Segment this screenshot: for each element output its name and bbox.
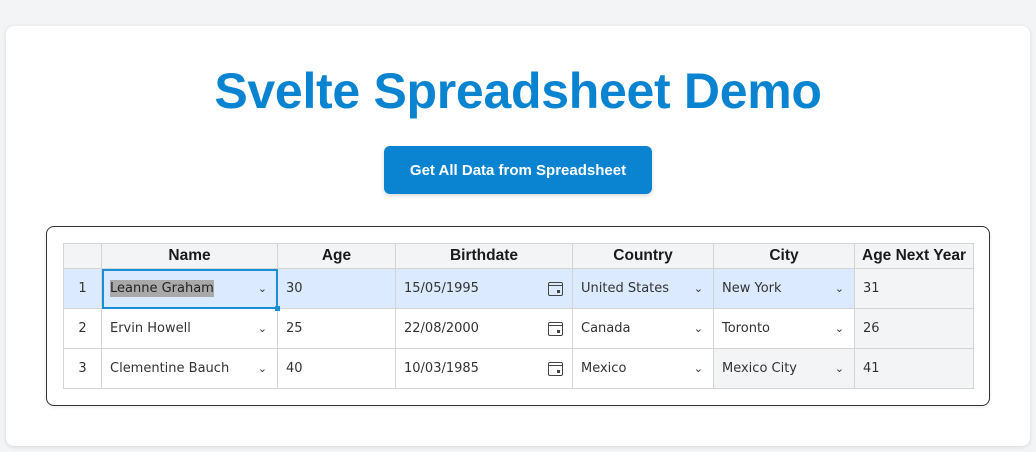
age-next-year-cell: 31 [854,268,974,309]
chevron-down-icon[interactable]: ⌄ [258,322,267,335]
country-value: Canada [581,321,631,336]
country-cell[interactable]: United States ⌄ [572,268,714,309]
age-cell[interactable]: 40 [277,348,396,389]
country-cell[interactable]: Mexico ⌄ [572,348,714,389]
get-all-data-button[interactable]: Get All Data from Spreadsheet [384,146,652,194]
city-cell[interactable]: Toronto ⌄ [713,308,855,349]
name-value: Clementine Bauch [110,361,230,376]
city-cell[interactable]: Mexico City ⌄ [713,348,855,389]
spreadsheet-table: Name Age Birthdate Country City Age Next… [63,243,974,389]
country-value: Mexico [581,361,627,376]
row-number[interactable]: 1 [63,268,102,309]
birthdate-cell[interactable]: 22/08/2000 [395,308,573,349]
chevron-down-icon[interactable]: ⌄ [835,362,844,375]
corner-header [63,243,102,269]
calendar-icon[interactable] [548,321,563,336]
table-row: 2 Ervin Howell ⌄ 25 22/08/2000 Canada ⌄ [63,308,974,349]
calendar-icon[interactable] [548,361,563,376]
age-next-year-cell: 41 [854,348,974,389]
column-header-age-next-year[interactable]: Age Next Year [854,243,974,269]
row-number[interactable]: 2 [63,308,102,349]
row-number[interactable]: 3 [63,348,102,389]
city-value: Toronto [722,321,770,336]
birthdate-value: 10/03/1985 [404,361,479,376]
header-row: Name Age Birthdate Country City Age Next… [63,243,974,269]
chevron-down-icon[interactable]: ⌄ [258,282,267,295]
chevron-down-icon[interactable]: ⌄ [835,282,844,295]
table-row: 1 Leanne Graham ⌄ 30 15/05/1995 United S… [63,268,974,312]
name-cell[interactable]: Leanne Graham ⌄ [101,268,281,312]
chevron-down-icon[interactable]: ⌄ [694,362,703,375]
city-value: Mexico City [722,361,798,376]
chevron-down-icon[interactable]: ⌄ [258,362,267,375]
city-cell[interactable]: New York ⌄ [713,268,855,309]
name-cell[interactable]: Clementine Bauch ⌄ [101,348,278,389]
birthdate-value: 22/08/2000 [404,321,479,336]
column-header-age[interactable]: Age [277,243,396,269]
page-title: Svelte Spreadsheet Demo [214,63,822,119]
country-cell[interactable]: Canada ⌄ [572,308,714,349]
age-next-year-cell: 26 [854,308,974,349]
chevron-down-icon[interactable]: ⌄ [694,322,703,335]
column-header-country[interactable]: Country [572,243,714,269]
birthdate-value: 15/05/1995 [404,281,479,296]
calendar-icon[interactable] [548,281,563,296]
chevron-down-icon[interactable]: ⌄ [694,282,703,295]
birthdate-cell[interactable]: 10/03/1985 [395,348,573,389]
name-value: Ervin Howell [110,321,191,336]
name-cell[interactable]: Ervin Howell ⌄ [101,308,278,349]
column-header-birthdate[interactable]: Birthdate [395,243,573,269]
age-cell[interactable]: 30 [277,268,396,309]
country-value: United States [581,281,670,296]
column-header-name[interactable]: Name [101,243,278,269]
table-row: 3 Clementine Bauch ⌄ 40 10/03/1985 Mexic… [63,348,974,389]
name-value: Leanne Graham [110,280,214,297]
age-cell[interactable]: 25 [277,308,396,349]
column-header-city[interactable]: City [713,243,855,269]
city-value: New York [722,281,782,296]
birthdate-cell[interactable]: 15/05/1995 [395,268,573,309]
chevron-down-icon[interactable]: ⌄ [835,322,844,335]
